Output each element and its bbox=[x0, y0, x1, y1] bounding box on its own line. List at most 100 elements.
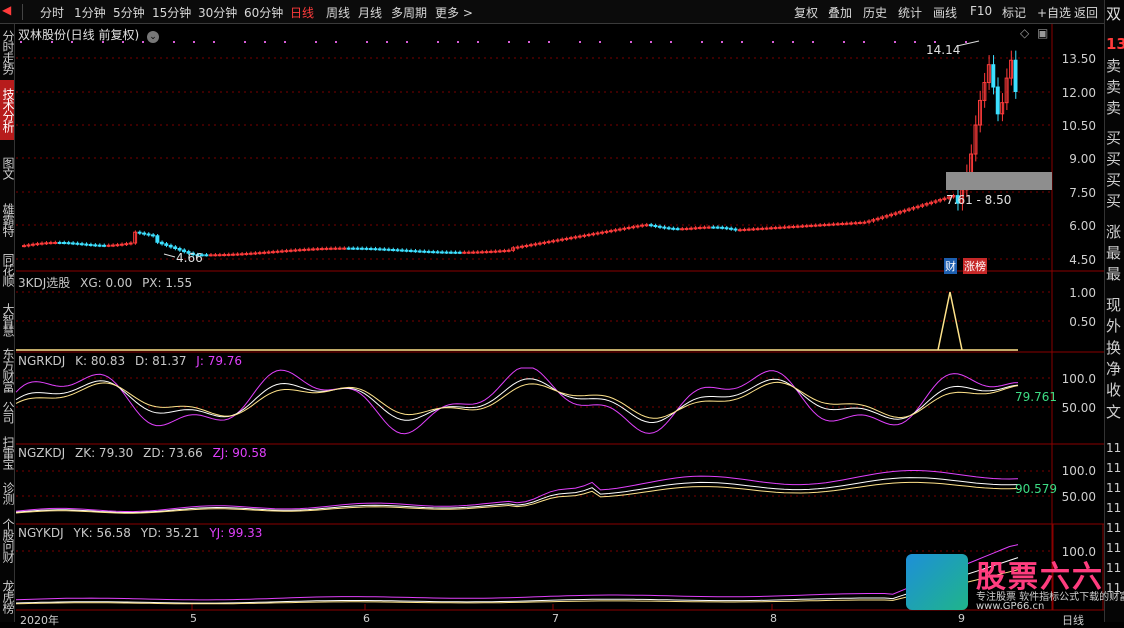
candle-body bbox=[30, 243, 35, 246]
right-strip-item: 文 bbox=[1106, 404, 1122, 420]
candle-body bbox=[319, 248, 324, 251]
finance-badge[interactable]: 财 bbox=[944, 258, 957, 274]
candle-body bbox=[257, 252, 262, 255]
candle-body bbox=[466, 251, 471, 254]
candle-body bbox=[502, 250, 507, 253]
candle-body bbox=[173, 246, 178, 250]
candle-body bbox=[613, 229, 618, 232]
price-tick: 13.50 bbox=[1061, 52, 1096, 66]
candle-body bbox=[568, 237, 573, 240]
right-strip-item: 买 bbox=[1106, 151, 1122, 167]
indicator-1-px: PX: 1.55 bbox=[142, 276, 193, 290]
candle-body bbox=[671, 227, 676, 230]
candle-body bbox=[44, 242, 49, 245]
candle-body bbox=[849, 222, 853, 225]
right-strip-price: 13 bbox=[1106, 36, 1124, 52]
candle-body bbox=[435, 251, 440, 254]
diamond-icon[interactable]: ◇ bbox=[1020, 26, 1029, 40]
candle-body bbox=[177, 248, 182, 251]
candle-body bbox=[39, 242, 44, 245]
indicator-2-header: NGRKDJ K: 80.83 D: 81.37 J: 79.76 bbox=[18, 354, 242, 368]
candle-body bbox=[222, 254, 227, 257]
event-dot bbox=[173, 41, 175, 43]
indicator-3-name[interactable]: NGZKDJ bbox=[18, 446, 65, 460]
indicator-1-xg: XG: 0.00 bbox=[80, 276, 133, 290]
indicator-1-name[interactable]: 3KDJ选股 bbox=[18, 276, 70, 290]
candle-body bbox=[35, 243, 40, 246]
candle-body bbox=[102, 244, 106, 247]
chevron-down-icon[interactable]: ⌄ bbox=[147, 31, 160, 43]
candle-body bbox=[453, 251, 458, 254]
x-axis-label: 5 bbox=[190, 612, 197, 625]
candle-body bbox=[431, 251, 436, 254]
candle-body bbox=[795, 225, 800, 228]
indicator-1-tick: 0.50 bbox=[1069, 315, 1096, 329]
candle-body bbox=[128, 242, 133, 245]
candle-body bbox=[488, 250, 493, 253]
indicator-3-tick: 100.0 bbox=[1061, 464, 1096, 478]
event-dot bbox=[457, 41, 459, 43]
candle-body bbox=[782, 226, 787, 229]
candle-body bbox=[150, 234, 155, 237]
limitup-badge[interactable]: 涨榜 bbox=[963, 258, 987, 274]
candle-body bbox=[631, 226, 636, 229]
candle-body bbox=[142, 232, 147, 235]
indicator-2-last-value: 79.761 bbox=[1015, 390, 1057, 404]
indicator-3-last-value: 90.579 bbox=[1015, 482, 1057, 496]
indicator-2-k: K: 80.83 bbox=[75, 354, 126, 368]
candle-body bbox=[217, 254, 222, 257]
right-strip-item: 换 bbox=[1106, 340, 1122, 356]
candle-body bbox=[22, 245, 26, 248]
candle-body bbox=[346, 247, 351, 250]
event-dot bbox=[630, 41, 632, 43]
price-tick: 10.50 bbox=[1061, 119, 1096, 133]
event-dot bbox=[894, 41, 896, 43]
candle-body bbox=[809, 224, 813, 227]
candle-body bbox=[306, 248, 311, 251]
candle-body bbox=[239, 253, 244, 256]
candle-body bbox=[315, 248, 320, 251]
watermark-line2: www.GP66.cn bbox=[976, 601, 1045, 612]
event-dot bbox=[701, 41, 703, 43]
candle-body bbox=[537, 242, 542, 245]
candle-body bbox=[640, 224, 645, 227]
indicator-4-yj-line bbox=[15, 544, 1019, 601]
candle-body bbox=[493, 250, 498, 253]
candle-body bbox=[62, 241, 66, 244]
indicator-2-name[interactable]: NGRKDJ bbox=[18, 354, 65, 368]
right-strip-item: 现 bbox=[1106, 297, 1122, 313]
candle-body bbox=[995, 86, 1000, 115]
candle-body bbox=[773, 227, 778, 230]
candle-body bbox=[26, 244, 31, 247]
candle-body bbox=[337, 247, 342, 250]
candle-body bbox=[377, 248, 382, 251]
indicator-2-tick: 50.00 bbox=[1061, 401, 1096, 415]
candle-body bbox=[70, 242, 75, 245]
candle-body bbox=[608, 230, 613, 233]
candle-body bbox=[93, 244, 98, 247]
right-strip-item: 买 bbox=[1106, 193, 1122, 209]
event-dot bbox=[315, 41, 317, 43]
window-toggle-icon[interactable]: ▣ bbox=[1037, 26, 1048, 40]
candle-body bbox=[817, 224, 822, 227]
candle-body bbox=[351, 247, 355, 250]
indicator-3-header: NGZKDJ ZK: 79.30 ZD: 73.66 ZJ: 90.58 bbox=[18, 446, 267, 460]
event-dot bbox=[965, 41, 967, 43]
indicator-4-yk-line bbox=[15, 557, 1019, 604]
candle-body bbox=[279, 250, 284, 253]
candle-body bbox=[711, 226, 716, 229]
right-strip-item: 最 bbox=[1106, 245, 1122, 261]
right-strip-item: 卖 bbox=[1106, 79, 1122, 95]
candle-body bbox=[275, 250, 280, 253]
candle-body bbox=[764, 227, 769, 230]
right-strip-item: 11 bbox=[1106, 441, 1122, 455]
candle-body bbox=[755, 228, 760, 231]
indicator-4-yd: YD: 35.21 bbox=[140, 526, 200, 540]
candle-body bbox=[248, 252, 253, 255]
candle-body bbox=[391, 249, 395, 252]
candle-body bbox=[48, 242, 53, 245]
indicator-4-name[interactable]: NGYKDJ bbox=[18, 526, 64, 540]
candle-body bbox=[577, 235, 582, 238]
candle-body bbox=[582, 234, 587, 237]
event-dot bbox=[244, 41, 246, 43]
